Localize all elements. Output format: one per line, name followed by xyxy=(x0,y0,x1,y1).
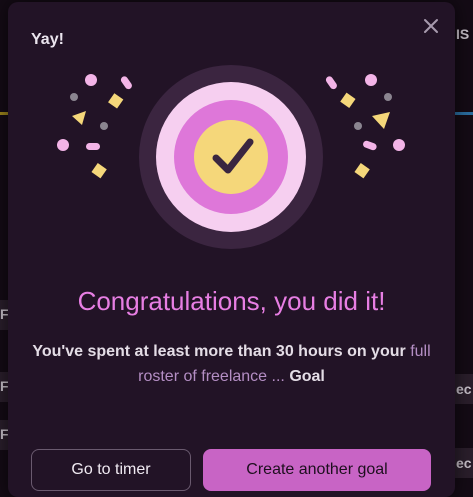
create-another-goal-button[interactable]: Create another goal xyxy=(203,449,431,491)
background-label: IS xyxy=(456,26,470,42)
celebration-illustration xyxy=(57,65,405,249)
close-button[interactable] xyxy=(421,16,441,36)
summary-suffix: Goal xyxy=(289,368,325,385)
congratulations-heading: Congratulations, you did it! xyxy=(77,286,386,316)
background-label: ec xyxy=(456,381,472,397)
background-label: ec xyxy=(456,455,472,471)
close-icon xyxy=(424,19,438,33)
go-to-timer-button[interactable]: Go to timer xyxy=(31,449,191,491)
target-icon xyxy=(139,65,323,249)
goal-complete-dialog: Yay! Congratulations, you did it! You've… xyxy=(8,2,455,497)
summary-prefix: You've spent at least more than 30 hours… xyxy=(32,343,406,360)
goal-summary-text: You've spent at least more than 30 hours… xyxy=(28,339,435,389)
background-accent-strip xyxy=(0,112,8,115)
background-accent-strip xyxy=(455,112,473,115)
confetti-left xyxy=(57,74,132,179)
confetti-right xyxy=(325,74,405,179)
dialog-title: Yay! xyxy=(31,31,64,48)
